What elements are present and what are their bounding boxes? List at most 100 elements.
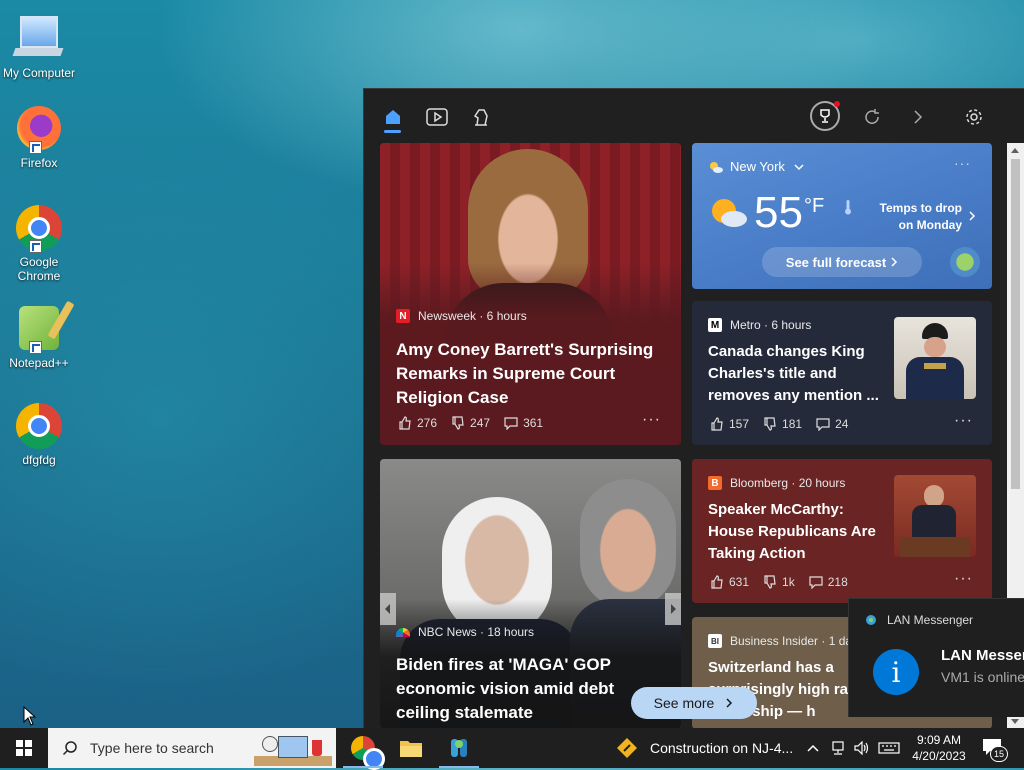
news-headline[interactable]: Canada changes King Charles's title and … [708, 341, 888, 407]
news-source: NBC News · 18 hours [396, 625, 534, 639]
taskbar-chrome[interactable] [339, 728, 387, 770]
network-icon[interactable] [830, 741, 846, 755]
home-icon [386, 110, 400, 124]
news-source: BI Business Insider · 1 day [708, 634, 858, 648]
desktop-icon-label: My Computer [2, 66, 76, 80]
taskbar-search-box[interactable]: Type here to search [48, 728, 336, 768]
carousel-next-button[interactable] [665, 593, 681, 625]
reaction-bar: 631 1k 218 [710, 575, 862, 589]
chevron-down-icon [794, 163, 804, 170]
info-icon: i [873, 649, 919, 695]
notepadpp-icon [15, 306, 63, 354]
clock-date: 4/20/2023 [912, 749, 966, 763]
dislike-button[interactable]: 181 [763, 417, 802, 431]
desktop-icon-label: Notepad++ [9, 356, 69, 370]
thumbs-down-icon [452, 416, 464, 430]
thumbs-down-icon [764, 575, 776, 589]
lan-messenger-toast[interactable]: LAN Messenger i LAN Messenger VM1 is onl… [848, 598, 1024, 717]
desktop-icon-dfgfdg[interactable]: dfgfdg [0, 403, 78, 467]
more-options-button[interactable]: ··· [954, 570, 973, 588]
toast-title: LAN Messenger [941, 647, 1024, 664]
news-card-thumbnail [894, 475, 976, 557]
news-topbar [364, 89, 1024, 141]
like-button[interactable]: 276 [398, 416, 437, 430]
scrollbar-thumb[interactable] [1011, 159, 1020, 489]
news-ticker[interactable]: Construction on NJ-4... [616, 728, 793, 768]
like-button[interactable]: 157 [710, 417, 749, 431]
notification-dot [834, 101, 840, 107]
clock-time: 9:09 AM [916, 733, 962, 747]
next-button[interactable] [907, 106, 929, 128]
chevron-right-icon [969, 211, 976, 221]
active-tab-indicator [384, 130, 401, 133]
keyboard-icon[interactable] [878, 741, 900, 755]
comments-button[interactable]: 24 [816, 417, 848, 431]
refresh-icon [865, 109, 879, 124]
comments-button[interactable]: 361 [504, 416, 543, 430]
home-tab[interactable] [382, 106, 404, 128]
news-card[interactable]: M Metro · 6 hours Canada changes King Ch… [692, 301, 992, 445]
taskbar-file-explorer[interactable] [387, 728, 435, 768]
weather-alert[interactable]: Temps to drop on Monday [862, 200, 962, 234]
thermometer-icon [845, 200, 851, 215]
weather-more-button[interactable]: ··· [954, 155, 971, 171]
video-tab[interactable] [426, 106, 448, 128]
dislike-button[interactable]: 1k [763, 575, 795, 589]
business-insider-logo-icon: BI [708, 634, 722, 648]
news-card[interactable]: N Newsweek · 6 hours Amy Coney Barrett's… [380, 143, 681, 445]
comment-icon [504, 417, 518, 430]
weather-card[interactable]: New York ··· 55 °F Temps to drop on Mond… [692, 143, 992, 289]
rewards-button[interactable] [810, 101, 840, 131]
taskbar: Type here to search Construction on NJ-4… [0, 728, 1024, 770]
chevron-right-icon [671, 604, 676, 614]
metro-logo-icon: M [708, 318, 722, 332]
toast-header: LAN Messenger [865, 613, 973, 627]
chrome-icon [15, 403, 63, 451]
mouse-cursor-icon [23, 706, 37, 726]
weather-location[interactable]: New York [708, 159, 805, 174]
bloomberg-logo-icon: B [708, 476, 722, 490]
see-more-button[interactable]: See more [631, 687, 757, 719]
news-source: M Metro · 6 hours [708, 318, 811, 332]
see-full-forecast-button[interactable]: See full forecast [762, 247, 922, 277]
thumbs-down-icon [764, 417, 776, 431]
news-card[interactable]: NBC News · 18 hours Biden fires at 'MAGA… [380, 459, 681, 729]
taskbar-lan-messenger[interactable] [435, 728, 483, 768]
desktop-icon-label: Firefox [20, 156, 58, 170]
scroll-up-arrow-icon[interactable] [1011, 148, 1019, 153]
dislike-button[interactable]: 247 [451, 416, 490, 430]
desktop-icon-label: dfgfdg [22, 453, 56, 467]
toast-body: VM1 is online [941, 669, 1024, 685]
games-tab[interactable] [470, 106, 492, 128]
chevron-up-icon[interactable] [806, 743, 820, 753]
news-headline[interactable]: Speaker McCarthy: House Republicans Are … [708, 499, 888, 565]
more-options-button[interactable]: ··· [642, 411, 661, 429]
chrome-icon [351, 736, 385, 770]
reaction-bar: 276 247 361 [398, 416, 557, 430]
like-button[interactable]: 631 [710, 575, 749, 589]
news-headline[interactable]: Amy Coney Barrett's Surprising Remarks i… [396, 338, 671, 410]
desktop-icon-firefox[interactable]: Firefox [0, 106, 78, 170]
settings-button[interactable] [963, 106, 985, 128]
desktop-icon-google-chrome[interactable]: Google Chrome [0, 205, 78, 283]
desktop-icon-notepadpp[interactable]: Notepad++ [0, 306, 78, 370]
action-center-button[interactable]: 15 [980, 736, 1010, 762]
more-options-button[interactable]: ··· [954, 412, 973, 430]
traffic-warning-icon [617, 738, 637, 758]
carousel-prev-button[interactable] [380, 593, 396, 625]
news-headline[interactable]: Biden fires at 'MAGA' GOP economic visio… [396, 653, 636, 725]
newsweek-logo-icon: N [396, 309, 410, 323]
news-card[interactable]: B Bloomberg · 20 hours Speaker McCarthy:… [692, 459, 992, 603]
lan-messenger-app-icon [866, 615, 876, 625]
desktop-icon-my-computer[interactable]: My Computer [0, 10, 78, 80]
comments-button[interactable]: 218 [809, 575, 848, 589]
gear-icon [966, 109, 982, 125]
search-icon [62, 741, 77, 756]
volume-icon[interactable] [854, 741, 870, 755]
clock[interactable]: 9:09 AM 4/20/2023 [906, 732, 972, 764]
refresh-button[interactable] [861, 106, 883, 128]
scroll-down-arrow-icon[interactable] [1011, 719, 1019, 724]
thumbs-up-icon [399, 416, 411, 430]
start-button[interactable] [0, 728, 48, 768]
chrome-icon [15, 205, 63, 253]
